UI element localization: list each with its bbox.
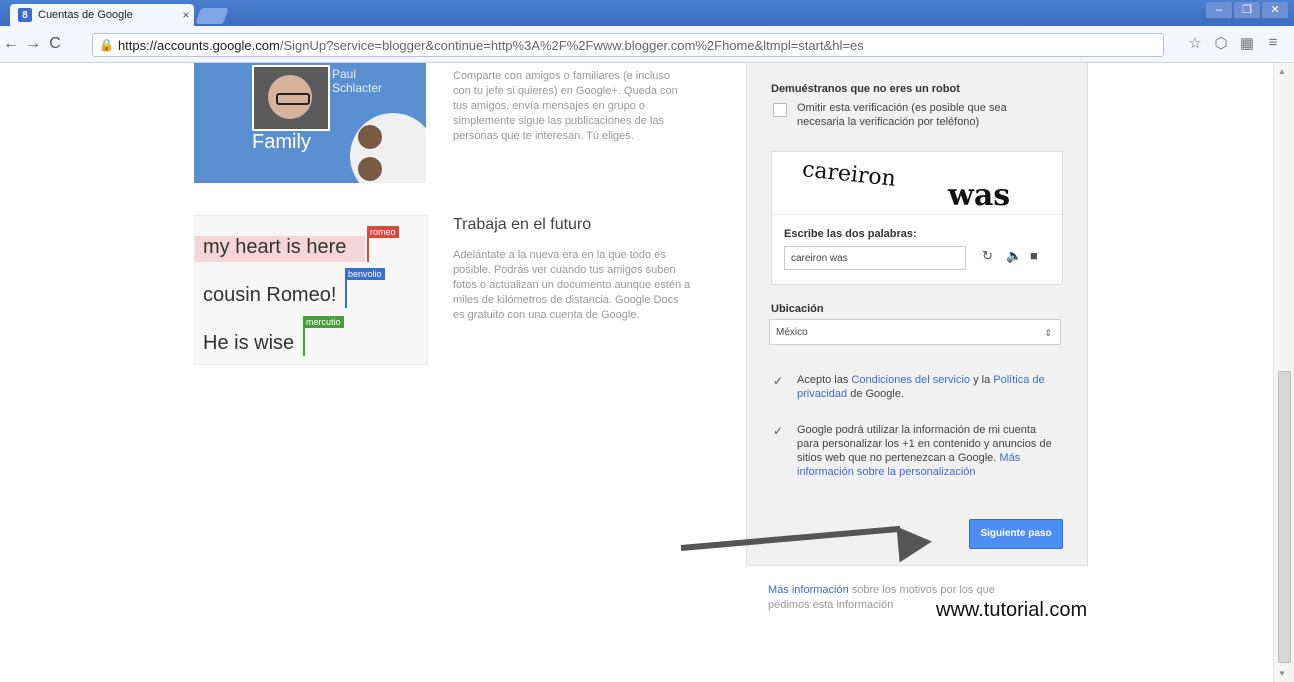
personalization-check-icon[interactable]: ✓ (773, 424, 783, 438)
extension-icon[interactable]: ▦ (1236, 34, 1258, 56)
scroll-up-icon[interactable]: ▲ (1278, 67, 1286, 76)
refresh-icon[interactable]: ↻ (982, 248, 993, 264)
captcha-word-1: careiron (800, 157, 898, 192)
scrollbar-thumb[interactable] (1278, 371, 1291, 663)
google-plus-illustration: Paul Schlacter Family (194, 63, 426, 183)
card2-text: Adelántate a la nueva era en la que todo… (453, 249, 691, 321)
more-info-link[interactable]: Más información (768, 584, 849, 596)
lock-icon: 🔒 (99, 38, 114, 52)
close-window-icon[interactable]: ✕ (1262, 2, 1288, 18)
window-controls: – ❐ ✕ (1204, 2, 1288, 18)
location-select[interactable]: México ⇕ (769, 319, 1061, 345)
vertical-scrollbar[interactable]: ▲ ▼ (1273, 63, 1294, 682)
browser-tab[interactable]: 8 Cuentas de Google × (10, 4, 194, 26)
location-value: México (776, 327, 808, 338)
terms-text: Acepto las Condiciones del servicio y la… (797, 374, 1045, 400)
comment-flag-benvolio: benvolio (345, 268, 385, 280)
forward-icon[interactable]: → (22, 35, 44, 53)
scroll-down-icon[interactable]: ▼ (1278, 669, 1286, 678)
captcha-input[interactable]: careiron was (784, 246, 966, 270)
help-icon[interactable]: ■ (1030, 248, 1038, 263)
minimize-icon[interactable]: – (1206, 2, 1232, 18)
captcha-box: careiron was Escribe las dos palabras: c… (771, 151, 1063, 285)
captcha-word-2: was (948, 178, 1011, 213)
doc-line-3: He is wise (203, 332, 295, 354)
url-path: /SignUp?service=blogger&continue=http%3A… (279, 37, 864, 53)
page-content: Paul Schlacter Family Comparte con amigo… (0, 63, 1274, 682)
robot-title: Demuéstranos que no eres un robot (771, 83, 960, 95)
signup-form-panel: Demuéstranos que no eres un robot Omitir… (746, 63, 1088, 566)
google-favicon-icon: 8 (18, 8, 32, 22)
menu-icon[interactable]: ≡ (1262, 34, 1284, 56)
watermark: www.tutorial.com (936, 599, 1088, 621)
next-step-button[interactable]: Siguiente paso (969, 519, 1063, 549)
card1-text: Comparte con amigos o familiares (e incl… (453, 70, 678, 142)
docs-illustration: my heart is here cousin Romeo! He is wis… (194, 215, 428, 365)
maximize-icon[interactable]: ❐ (1234, 2, 1260, 18)
audio-icon[interactable]: 🔈 (1006, 248, 1022, 264)
skip-verification-checkbox[interactable] (773, 103, 787, 117)
card2-title: Trabaja en el futuro (453, 216, 592, 233)
doc-line-1: my heart is here (203, 236, 347, 258)
location-label: Ubicación (771, 303, 824, 315)
reload-icon[interactable]: C (44, 35, 66, 53)
avatar (252, 65, 330, 131)
extension-icon[interactable]: ⬡ (1210, 34, 1232, 56)
back-icon[interactable]: ← (0, 35, 22, 53)
toolbar-icons: ☆ ⬡ ▦ ≡ (1180, 34, 1284, 56)
new-tab-button[interactable] (195, 8, 229, 24)
tab-title: Cuentas de Google (38, 9, 133, 21)
circle-label: Family (252, 131, 311, 153)
skip-verification-label: Omitir esta verificación (es posible que… (797, 102, 1007, 128)
comment-flag-mercutio: mercutio (303, 316, 344, 328)
address-bar[interactable]: 🔒 https://accounts.google.com/SignUp?ser… (92, 33, 1164, 57)
tab-close-icon[interactable]: × (178, 8, 194, 22)
personalization-text: Google podrá utilizar la información de … (797, 424, 1052, 478)
comment-flag-romeo: romeo (367, 226, 399, 238)
captcha-prompt: Escribe las dos palabras: (784, 228, 917, 240)
avatar-name: Paul Schlacter (332, 67, 383, 95)
terms-check-icon[interactable]: ✓ (773, 374, 783, 388)
annotation-arrow-head (896, 523, 934, 563)
star-icon[interactable]: ☆ (1184, 34, 1206, 56)
doc-line-2: cousin Romeo! (203, 284, 337, 306)
select-arrow-icon: ⇕ (1044, 328, 1052, 338)
url-host: https://accounts.google.com (117, 37, 280, 53)
terms-link[interactable]: Condiciones del servicio (851, 374, 970, 386)
window-titlebar: 8 Cuentas de Google × – ❐ ✕ (0, 0, 1294, 26)
